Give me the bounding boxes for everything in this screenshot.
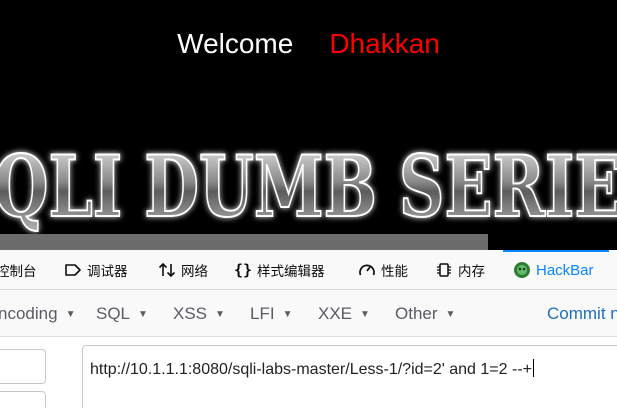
tab-memory-label: 内存 [458,264,485,280]
welcome-line: Welcome Dhakkan [0,28,617,60]
tab-memory[interactable]: 内存 [435,250,485,290]
sql-menu[interactable]: SQL ▼ [96,291,148,337]
commit-button[interactable]: Commit n [547,291,617,337]
page-scrollbar-thumb[interactable] [0,234,488,250]
tab-performance[interactable]: 性能 [358,250,408,290]
commit-button-label: Commit n [547,304,617,323]
encoding-menu-label: ncoding [0,304,58,323]
active-tab-indicator [503,250,609,252]
tab-style-editor[interactable]: {} 样式编辑器 [234,250,325,290]
network-icon [158,261,176,279]
url-text: http://10.1.1.1:8080/sqli-labs-master/Le… [90,361,532,378]
hackbar-toolbar: ncoding ▼ SQL ▼ XSS ▼ LFI ▼ XXE ▼ Other ▼ Comm… [0,291,617,337]
lfi-menu-label: LFI [250,304,275,323]
tab-performance-label: 性能 [381,264,408,280]
tab-style-editor-label: 样式编辑器 [257,264,325,280]
xxe-menu[interactable]: XXE ▼ [318,291,370,337]
tab-console-label: 控制台 [0,264,37,280]
hackbar-url-area: http://10.1.1.1:8080/sqli-labs-master/Le… [0,337,617,408]
performance-icon [358,261,376,279]
chevron-down-icon: ▼ [215,308,225,320]
chevron-down-icon: ▼ [138,308,148,320]
chevron-down-icon: ▼ [65,308,76,320]
other-menu-label: Other [395,304,438,323]
style-editor-icon: {} [233,261,253,279]
debugger-icon [64,261,82,279]
welcome-label: Welcome [177,28,294,59]
chevron-down-icon: ▼ [282,308,293,320]
memory-icon [435,261,453,279]
tab-hackbar-label: HackBar [536,261,594,279]
chevron-down-icon: ▼ [360,308,370,320]
tab-network[interactable]: 网络 [158,250,208,290]
xss-menu-label: XSS [173,304,208,323]
xss-menu[interactable]: XSS ▼ [173,291,225,337]
tab-network-label: 网络 [181,264,208,280]
lfi-menu[interactable]: LFI ▼ [250,291,292,337]
welcome-name: Dhakkan [329,28,440,59]
url-textarea-value: http://10.1.1.1:8080/sqli-labs-master/Le… [90,359,534,379]
split-url-button[interactable] [0,391,46,408]
tab-hackbar[interactable]: HackBar [503,250,609,290]
text-cursor [532,359,534,377]
tab-debugger[interactable]: 调试器 [64,250,128,290]
tab-console[interactable]: 控制台 [0,250,37,290]
banner-text: SQLI DUMB SERIES [0,137,617,236]
hackbar-icon [513,261,531,279]
banner-logo: SQLI DUMB SERIES [0,136,617,237]
xxe-menu-label: XXE [318,304,353,323]
encoding-menu[interactable]: ncoding ▼ [0,291,75,337]
tab-debugger-label: 调试器 [87,264,128,280]
chevron-down-icon: ▼ [445,308,456,320]
devtools-tab-bar: 控制台 调试器 网络 {} 样式编辑器 性能 内存 HackBar [0,250,617,290]
sql-menu-label: SQL [96,304,131,323]
web-page: Welcome Dhakkan SQLI DUMB SERIES [0,0,617,250]
load-url-button[interactable] [0,349,46,384]
other-menu[interactable]: Other ▼ [395,291,455,337]
